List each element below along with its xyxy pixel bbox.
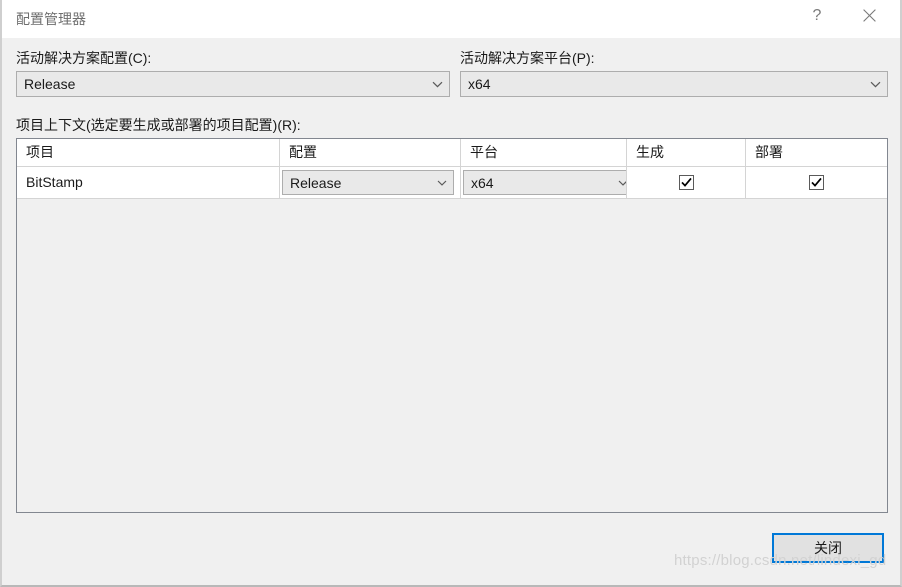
help-button[interactable]: ? — [794, 0, 840, 31]
solution-configuration-combo[interactable]: Release — [16, 71, 450, 97]
column-header-configuration[interactable]: 配置 — [280, 139, 461, 166]
build-checkbox[interactable] — [679, 175, 694, 190]
deploy-checkbox[interactable] — [809, 175, 824, 190]
dialog-client-area: 活动解决方案配置(C): Release 活动解决方案平台(P): x64 项目… — [2, 38, 900, 585]
configuration-manager-dialog: 配置管理器 ? 活动解决方案配置(C): Release 活动解决方案平台(P — [0, 0, 902, 587]
question-mark-icon: ? — [813, 7, 822, 25]
solution-platform-label: 活动解决方案平台(P): — [460, 50, 595, 67]
close-window-button[interactable] — [846, 0, 892, 31]
window-title: 配置管理器 — [16, 11, 86, 27]
title-bar: 配置管理器 ? — [2, 0, 900, 38]
close-button[interactable]: 关闭 — [772, 533, 884, 563]
chevron-down-icon — [425, 81, 449, 88]
column-header-deploy[interactable]: 部署 — [746, 139, 887, 166]
cell-configuration: Release — [280, 167, 461, 198]
cell-platform: x64 — [461, 167, 627, 198]
row-configuration-value: Release — [283, 175, 431, 191]
row-configuration-combo[interactable]: Release — [282, 170, 454, 195]
row-platform-value: x64 — [464, 175, 612, 191]
cell-project-name[interactable]: BitStamp — [17, 167, 280, 198]
grid-header-row: 项目 配置 平台 生成 部署 — [17, 139, 887, 167]
column-header-project[interactable]: 项目 — [17, 139, 280, 166]
solution-configuration-label: 活动解决方案配置(C): — [16, 50, 151, 67]
solution-platform-combo[interactable]: x64 — [460, 71, 888, 97]
solution-configuration-value: Release — [17, 76, 425, 92]
chevron-down-icon — [431, 180, 453, 186]
chevron-down-icon — [863, 81, 887, 88]
close-icon — [863, 9, 876, 22]
project-contexts-grid[interactable]: 项目 配置 平台 生成 部署 BitStamp Release — [16, 138, 888, 513]
column-header-build[interactable]: 生成 — [627, 139, 746, 166]
row-platform-combo[interactable]: x64 — [463, 170, 627, 195]
chevron-down-icon — [612, 180, 627, 186]
project-contexts-label: 项目上下文(选定要生成或部署的项目配置)(R): — [16, 117, 301, 134]
cell-build — [627, 167, 746, 198]
solution-platform-value: x64 — [461, 76, 863, 92]
table-row[interactable]: BitStamp Release x64 — [17, 167, 887, 199]
column-header-platform[interactable]: 平台 — [461, 139, 627, 166]
cell-deploy — [746, 167, 887, 198]
